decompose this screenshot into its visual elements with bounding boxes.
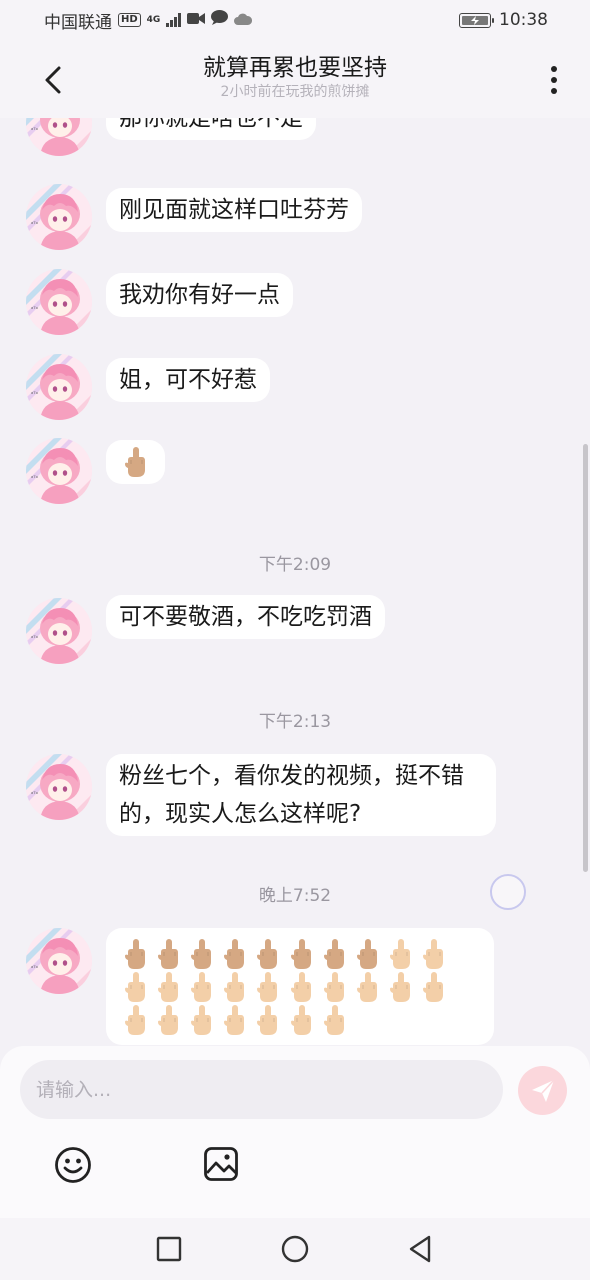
floating-assist-button[interactable] xyxy=(490,874,526,910)
triangle-back-icon xyxy=(409,1235,431,1263)
middle-finger-emoji xyxy=(122,1004,150,1036)
avatar[interactable]: ᵃᵀᵒ xyxy=(26,598,92,664)
message-input-box[interactable] xyxy=(20,1060,503,1119)
middle-finger-emoji xyxy=(221,1004,249,1036)
back-arrow-icon xyxy=(45,66,61,94)
middle-finger-emoji xyxy=(321,971,349,1003)
status-left: 中国联通 HD 4G xyxy=(44,8,252,33)
avatar[interactable]: ᵃᵀᵒ xyxy=(26,754,92,820)
back-button[interactable] xyxy=(38,62,68,98)
avatar[interactable]: ᵃᵀᵒ xyxy=(26,118,92,156)
middle-finger-emoji xyxy=(155,971,183,1003)
timestamp: 下午2:09 xyxy=(258,555,332,575)
send-icon xyxy=(531,1078,555,1102)
message-bubble[interactable]: 粉丝七个，看你发的视频，挺不错的，现实人怎么这样呢? xyxy=(106,754,496,836)
back-nav-button[interactable] xyxy=(405,1234,435,1264)
battery-icon xyxy=(459,12,494,28)
hd-badge: HD xyxy=(118,13,141,27)
svg-text:ᵃᵀᵒ: ᵃᵀᵒ xyxy=(31,635,39,642)
svg-text:ᵃᵀᵒ: ᵃᵀᵒ xyxy=(31,965,39,972)
carrier-label: 中国联通 xyxy=(44,12,112,33)
status-time: 10:38 xyxy=(499,10,548,30)
home-button[interactable] xyxy=(280,1234,310,1264)
title-wrap: 就算再累也要坚持 2小时前在玩我的煎饼摊 xyxy=(203,53,387,101)
signal-icon xyxy=(166,13,181,27)
middle-finger-emoji xyxy=(387,971,415,1003)
recent-apps-button[interactable] xyxy=(154,1234,184,1264)
send-button[interactable] xyxy=(518,1066,567,1115)
input-panel xyxy=(0,1046,590,1218)
avatar[interactable]: ᵃᵀᵒ xyxy=(26,354,92,420)
video-camera-icon xyxy=(186,10,205,30)
middle-finger-emoji xyxy=(155,1004,183,1036)
middle-finger-emoji xyxy=(221,938,249,970)
avatar[interactable]: ᵃᵀᵒ xyxy=(26,269,92,335)
chat-header: 就算再累也要坚持 2小时前在玩我的煎饼摊 xyxy=(0,40,590,118)
middle-finger-emoji xyxy=(188,1004,216,1036)
smiley-icon xyxy=(55,1147,91,1183)
middle-finger-emoji xyxy=(354,971,382,1003)
emoji-message-bubble[interactable] xyxy=(106,928,494,1045)
svg-text:ᵃᵀᵒ: ᵃᵀᵒ xyxy=(31,475,39,482)
status-right: 10:38 xyxy=(459,10,548,30)
avatar[interactable]: ᵃᵀᵒ xyxy=(26,438,92,504)
avatar[interactable]: ᵃᵀᵒ xyxy=(26,184,92,250)
message-bubble[interactable]: 刚见面就这样口吐芬芳 xyxy=(106,188,362,232)
svg-text:ᵃᵀᵒ: ᵃᵀᵒ xyxy=(31,391,39,398)
cloud-icon xyxy=(233,10,252,30)
middle-finger-emoji xyxy=(420,971,448,1003)
middle-finger-emoji xyxy=(288,938,316,970)
message-bubble[interactable]: 姐，可不好惹 xyxy=(106,358,270,402)
middle-finger-emoji xyxy=(122,938,150,970)
page-title: 就算再累也要坚持 xyxy=(203,55,387,81)
middle-finger-emoji xyxy=(122,446,150,478)
middle-finger-emoji xyxy=(321,1004,349,1036)
middle-finger-emoji xyxy=(254,971,282,1003)
timestamp: 下午2:13 xyxy=(258,712,332,732)
message-bubble[interactable]: 可不要敬酒，不吃吃罚酒 xyxy=(106,595,385,639)
svg-text:ᵃᵀᵒ: ᵃᵀᵒ xyxy=(31,127,39,134)
more-vertical-icon xyxy=(551,66,557,72)
square-icon xyxy=(156,1236,182,1262)
message-bubble[interactable]: 我劝你有好一点 xyxy=(106,273,293,317)
circle-icon xyxy=(281,1235,309,1263)
svg-text:ᵃᵀᵒ: ᵃᵀᵒ xyxy=(31,791,39,798)
middle-finger-emoji xyxy=(254,938,282,970)
avatar[interactable]: ᵃᵀᵒ xyxy=(26,928,92,994)
more-button[interactable] xyxy=(544,62,564,98)
status-bar: 中国联通 HD 4G 10:38 xyxy=(0,0,590,40)
svg-text:ᵃᵀᵒ: ᵃᵀᵒ xyxy=(31,306,39,313)
network-type: 4G xyxy=(146,14,161,25)
middle-finger-emoji xyxy=(420,938,448,970)
navigation-bar xyxy=(0,1218,590,1280)
middle-finger-emoji xyxy=(321,938,349,970)
scrollbar[interactable] xyxy=(583,444,588,872)
middle-finger-emoji xyxy=(254,1004,282,1036)
message-icon xyxy=(210,10,228,30)
middle-finger-emoji xyxy=(387,938,415,970)
svg-text:ᵃᵀᵒ: ᵃᵀᵒ xyxy=(31,221,39,228)
middle-finger-emoji xyxy=(122,971,150,1003)
emoji-button[interactable] xyxy=(54,1146,92,1184)
image-button[interactable] xyxy=(203,1146,239,1182)
middle-finger-emoji xyxy=(188,971,216,1003)
middle-finger-emoji xyxy=(221,971,249,1003)
message-input[interactable] xyxy=(36,1078,476,1101)
image-icon xyxy=(204,1147,238,1181)
middle-finger-emoji xyxy=(288,971,316,1003)
page-subtitle: 2小时前在玩我的煎饼摊 xyxy=(220,84,370,100)
middle-finger-emoji xyxy=(188,938,216,970)
middle-finger-emoji xyxy=(288,1004,316,1036)
emoji-message-bubble[interactable] xyxy=(106,440,165,484)
middle-finger-emoji xyxy=(155,938,183,970)
message-bubble[interactable]: 那你就是啥也不是 xyxy=(106,118,316,140)
emoji-grid xyxy=(119,938,481,1037)
middle-finger-emoji xyxy=(354,938,382,970)
